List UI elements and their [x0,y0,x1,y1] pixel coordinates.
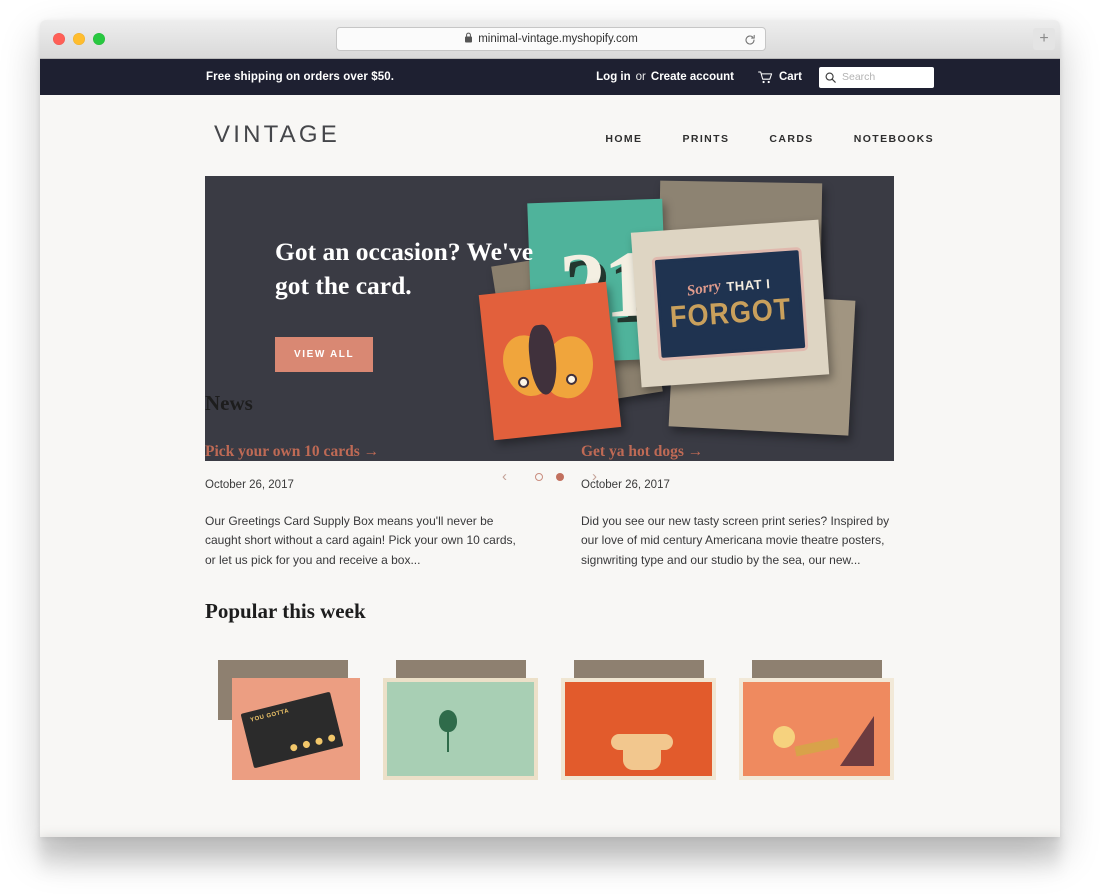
news-article: Pick your own 10 cards → October 26, 201… [205,443,518,570]
news-article-date: October 26, 2017 [205,479,294,491]
card-sorry-i-forgot: Sorry THAT I FORGOT [630,219,830,388]
nav-item-home[interactable]: HOME [605,133,642,145]
site-header: VINTAGE HOME PRINTS CARDS NOTEBOOKS [40,95,1060,176]
news-article-title[interactable]: Pick your own 10 cards → [205,443,518,461]
product-card[interactable]: YOU GOTTA [205,660,360,780]
cinema-marquee-text: YOU GOTTA [249,708,290,724]
cart-label: Cart [778,71,802,83]
new-tab-button[interactable]: + [1033,28,1055,50]
balloon-icon [439,710,457,732]
hero-title: Got an occasion? We've got the card. [275,237,534,300]
window-traffic-lights [53,33,105,45]
search-box[interactable] [819,66,934,88]
hero-view-all-button[interactable]: VIEW ALL [275,337,374,373]
window-drop-shadow [40,837,1060,877]
zoom-window-button[interactable] [93,33,105,45]
address-bar[interactable]: minimal-vintage.myshopify.com [336,27,766,51]
product-card[interactable] [739,660,894,780]
sign-that-i-text: THAT I [725,275,771,294]
hero-copy: Got an occasion? We've got the card. VIE… [275,235,565,373]
plus-icon: + [1039,30,1049,47]
cart-link[interactable]: Cart [758,70,802,84]
product-card[interactable] [561,660,716,780]
popular-heading: Popular this week [205,599,366,623]
shopping-cart-icon [758,70,773,84]
links-separator: or [635,71,646,83]
news-article-title[interactable]: Get ya hot dogs → [581,443,894,461]
browser-window: minimal-vintage.myshopify.com + Free shi… [40,20,1060,837]
search-input[interactable] [842,71,928,83]
news-grid: Pick your own 10 cards → October 26, 201… [205,443,894,570]
sun-shape [773,726,795,748]
announcement-bar: Free shipping on orders over $50. Log in… [40,59,1060,95]
close-window-button[interactable] [53,33,65,45]
lock-icon [464,32,473,46]
search-icon [825,72,836,83]
abstract-shape-bottom [623,748,661,770]
product-card[interactable] [383,660,538,780]
sign-plate: Sorry THAT I FORGOT [651,246,809,361]
news-article-excerpt: Our Greetings Card Supply Box means you'… [205,514,516,567]
product-artwork: YOU GOTTA [232,678,360,780]
nav-item-cards[interactable]: CARDS [769,133,813,145]
address-bar-url: minimal-vintage.myshopify.com [478,33,638,45]
announcement-utilities: Log in or Create account Cart [596,66,934,88]
nav-item-notebooks[interactable]: NOTEBOOKS [854,133,934,145]
product-artwork [383,678,538,780]
popular-section: Popular this week YOU GOTTA [205,599,894,780]
product-grid: YOU GOTTA [205,660,894,780]
bar-shape [794,737,840,757]
login-link[interactable]: Log in [596,71,631,83]
fan-shape [840,716,874,766]
news-article-excerpt: Did you see our new tasty screen print s… [581,514,890,567]
create-account-link[interactable]: Create account [651,71,734,83]
news-heading: News [205,391,253,415]
product-artwork [561,678,716,780]
balloon-string [447,730,449,752]
cinema-sign-icon: YOU GOTTA [240,691,344,769]
site-logo[interactable]: VINTAGE [214,121,340,149]
account-links: Log in or Create account [596,71,734,83]
nav-item-prints[interactable]: PRINTS [682,133,729,145]
browser-chrome: minimal-vintage.myshopify.com + [40,20,1060,59]
news-article-date: October 26, 2017 [581,479,670,491]
minimize-window-button[interactable] [73,33,85,45]
news-article: Get ya hot dogs → October 26, 2017 Did y… [581,443,894,570]
reload-icon[interactable] [744,33,756,45]
main-navigation: HOME PRINTS CARDS NOTEBOOKS [605,133,934,145]
page-viewport: Free shipping on orders over $50. Log in… [40,59,1060,837]
product-artwork [739,678,894,780]
news-section: News Pick your own 10 cards → October 26… [205,391,894,570]
cinema-bulbs [289,733,336,752]
announcement-message: Free shipping on orders over $50. [206,71,394,83]
